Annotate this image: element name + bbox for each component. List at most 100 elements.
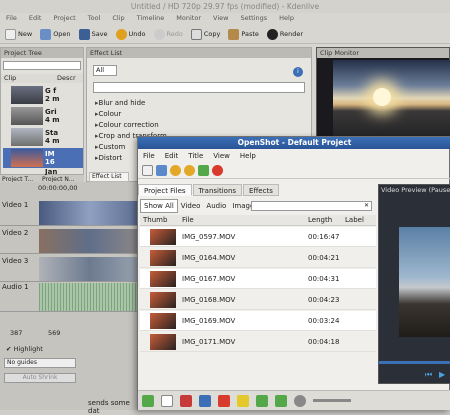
effect-category-colour-correction[interactable]: Colour correction [95, 121, 159, 129]
timeline-clip[interactable] [39, 201, 140, 225]
col-length[interactable]: Length [308, 216, 332, 224]
descr-column[interactable]: Descr [57, 74, 76, 82]
list-item-selected[interactable]: IM 16 [3, 148, 83, 168]
zoom-slider[interactable] [313, 399, 351, 402]
zoom-icon[interactable] [294, 394, 306, 407]
effect-category-custom[interactable]: Custom [95, 143, 126, 151]
os-menu-file[interactable]: File [138, 150, 160, 162]
file-name: IMG_0171.MOV [182, 338, 236, 346]
open-button[interactable]: Open [37, 28, 73, 41]
track-video-2[interactable]: Video 2 [0, 228, 140, 254]
rewind-icon[interactable]: ⏮ [425, 370, 432, 380]
new-label: New [18, 30, 33, 38]
next-marker-icon[interactable] [275, 394, 287, 407]
filter-show-all[interactable]: Show All [140, 199, 178, 213]
tab-project-files[interactable]: Project Files [138, 184, 192, 196]
undo-icon[interactable] [170, 165, 181, 176]
import-files-icon[interactable] [198, 165, 209, 176]
list-item[interactable]: G f 2 m [3, 85, 83, 105]
tab-effects[interactable]: Effects [243, 184, 279, 196]
table-row[interactable]: IMG_0164.MOV 00:04:21 [140, 248, 376, 268]
menu-tool[interactable]: Tool [82, 13, 107, 24]
file-list-header: Thumb File Length Label [140, 215, 376, 226]
add-marker-icon[interactable] [237, 394, 249, 407]
copy-button[interactable]: Copy [188, 28, 224, 41]
menu-settings[interactable]: Settings [234, 13, 273, 24]
save-icon [78, 28, 90, 40]
redo-button[interactable]: Redo [151, 28, 186, 41]
render-button[interactable]: Render [264, 28, 306, 41]
undo-button[interactable]: Undo [113, 28, 149, 41]
audio-waveform-clip[interactable] [39, 283, 140, 311]
paste-button[interactable]: Paste [225, 28, 262, 41]
file-name: IMG_0164.MOV [182, 254, 236, 262]
redo-label: Redo [166, 30, 183, 38]
col-file[interactable]: File [182, 216, 194, 224]
guides-select[interactable]: No guides [4, 358, 76, 368]
record-icon[interactable] [212, 165, 223, 176]
menu-view[interactable]: View [207, 13, 234, 24]
filter-video[interactable]: Video [178, 200, 204, 212]
add-track-icon[interactable] [142, 394, 154, 407]
os-menu-title[interactable]: Title [183, 150, 208, 162]
table-row[interactable]: IMG_0169.MOV 00:03:24 [140, 311, 376, 331]
list-item[interactable]: Sta 4 m [3, 127, 83, 147]
file-length: 00:04:31 [308, 275, 340, 283]
col-thumb[interactable]: Thumb [143, 216, 167, 224]
redo-icon[interactable] [184, 165, 195, 176]
track-video-3[interactable]: Video 3 [0, 256, 140, 282]
file-thumbnail [150, 292, 176, 308]
menu-file[interactable]: File [0, 13, 23, 24]
file-thumbnail [150, 271, 176, 287]
effect-category-colour[interactable]: Colour [95, 110, 122, 118]
table-row[interactable]: IMG_0597.MOV 00:16:47 [140, 227, 376, 247]
os-menu-help[interactable]: Help [235, 150, 261, 162]
razor-icon[interactable] [180, 394, 192, 407]
track-audio-1[interactable]: Audio 1 [0, 282, 140, 312]
menu-edit[interactable]: Edit [23, 13, 48, 24]
auto-shrink-button[interactable]: Auto Shrink [4, 373, 76, 383]
os-menu-view[interactable]: View [208, 150, 235, 162]
open-project-icon[interactable] [156, 165, 167, 176]
menu-help[interactable]: Help [273, 13, 300, 24]
monitor-video [333, 60, 450, 145]
clip-column[interactable]: Clip [4, 74, 16, 82]
col-label[interactable]: Label [345, 216, 364, 224]
os-menu-edit[interactable]: Edit [160, 150, 184, 162]
new-button[interactable]: New [2, 28, 35, 41]
info-icon[interactable]: i [293, 67, 303, 77]
tab-effect-list[interactable]: Effect List [89, 172, 129, 182]
menu-clip[interactable]: Clip [106, 13, 130, 24]
kdenlive-toolbar: New Open Save Undo Redo Copy Paste Rende… [0, 25, 450, 44]
clip-name: Sta 4 m [45, 129, 60, 145]
snap-magnet-icon[interactable] [218, 394, 230, 407]
menu-project[interactable]: Project [47, 13, 81, 24]
select-arrow-icon[interactable] [161, 394, 173, 407]
table-row[interactable]: IMG_0171.MOV 00:04:18 [140, 332, 376, 352]
render-label: Render [279, 30, 304, 38]
table-row[interactable]: IMG_0168.MOV 00:04:23 [140, 290, 376, 310]
prev-marker-icon[interactable] [256, 394, 268, 407]
timeline-clip[interactable] [39, 229, 140, 253]
tab-transitions[interactable]: Transitions [192, 184, 243, 196]
save-button[interactable]: Save [76, 28, 111, 41]
track-video-1[interactable]: Video 1 [0, 200, 140, 226]
list-item[interactable]: Gri 4 m [3, 106, 83, 126]
arrange-icon[interactable] [199, 394, 211, 407]
project-tree-search[interactable] [3, 61, 81, 70]
new-project-icon[interactable] [142, 165, 153, 176]
effect-category-distort[interactable]: Distort [95, 154, 123, 162]
effect-category-blur[interactable]: Blur and hide [95, 99, 146, 107]
clear-icon[interactable]: ✕ [364, 202, 369, 209]
table-row[interactable]: IMG_0167.MOV 00:04:31 [140, 269, 376, 289]
file-search-input[interactable]: ✕ [251, 201, 372, 211]
filter-audio[interactable]: Audio [203, 200, 229, 212]
highlight-checkbox[interactable]: ✔ Highlight [6, 345, 43, 353]
menu-monitor[interactable]: Monitor [170, 13, 207, 24]
effect-filter-select[interactable]: All [93, 65, 117, 76]
timeline-clip[interactable] [39, 257, 140, 281]
play-icon[interactable]: ▶ [439, 370, 445, 379]
preview-progress[interactable] [379, 361, 450, 364]
effect-search-input[interactable] [93, 82, 305, 93]
menu-timeline[interactable]: Timeline [131, 13, 171, 24]
